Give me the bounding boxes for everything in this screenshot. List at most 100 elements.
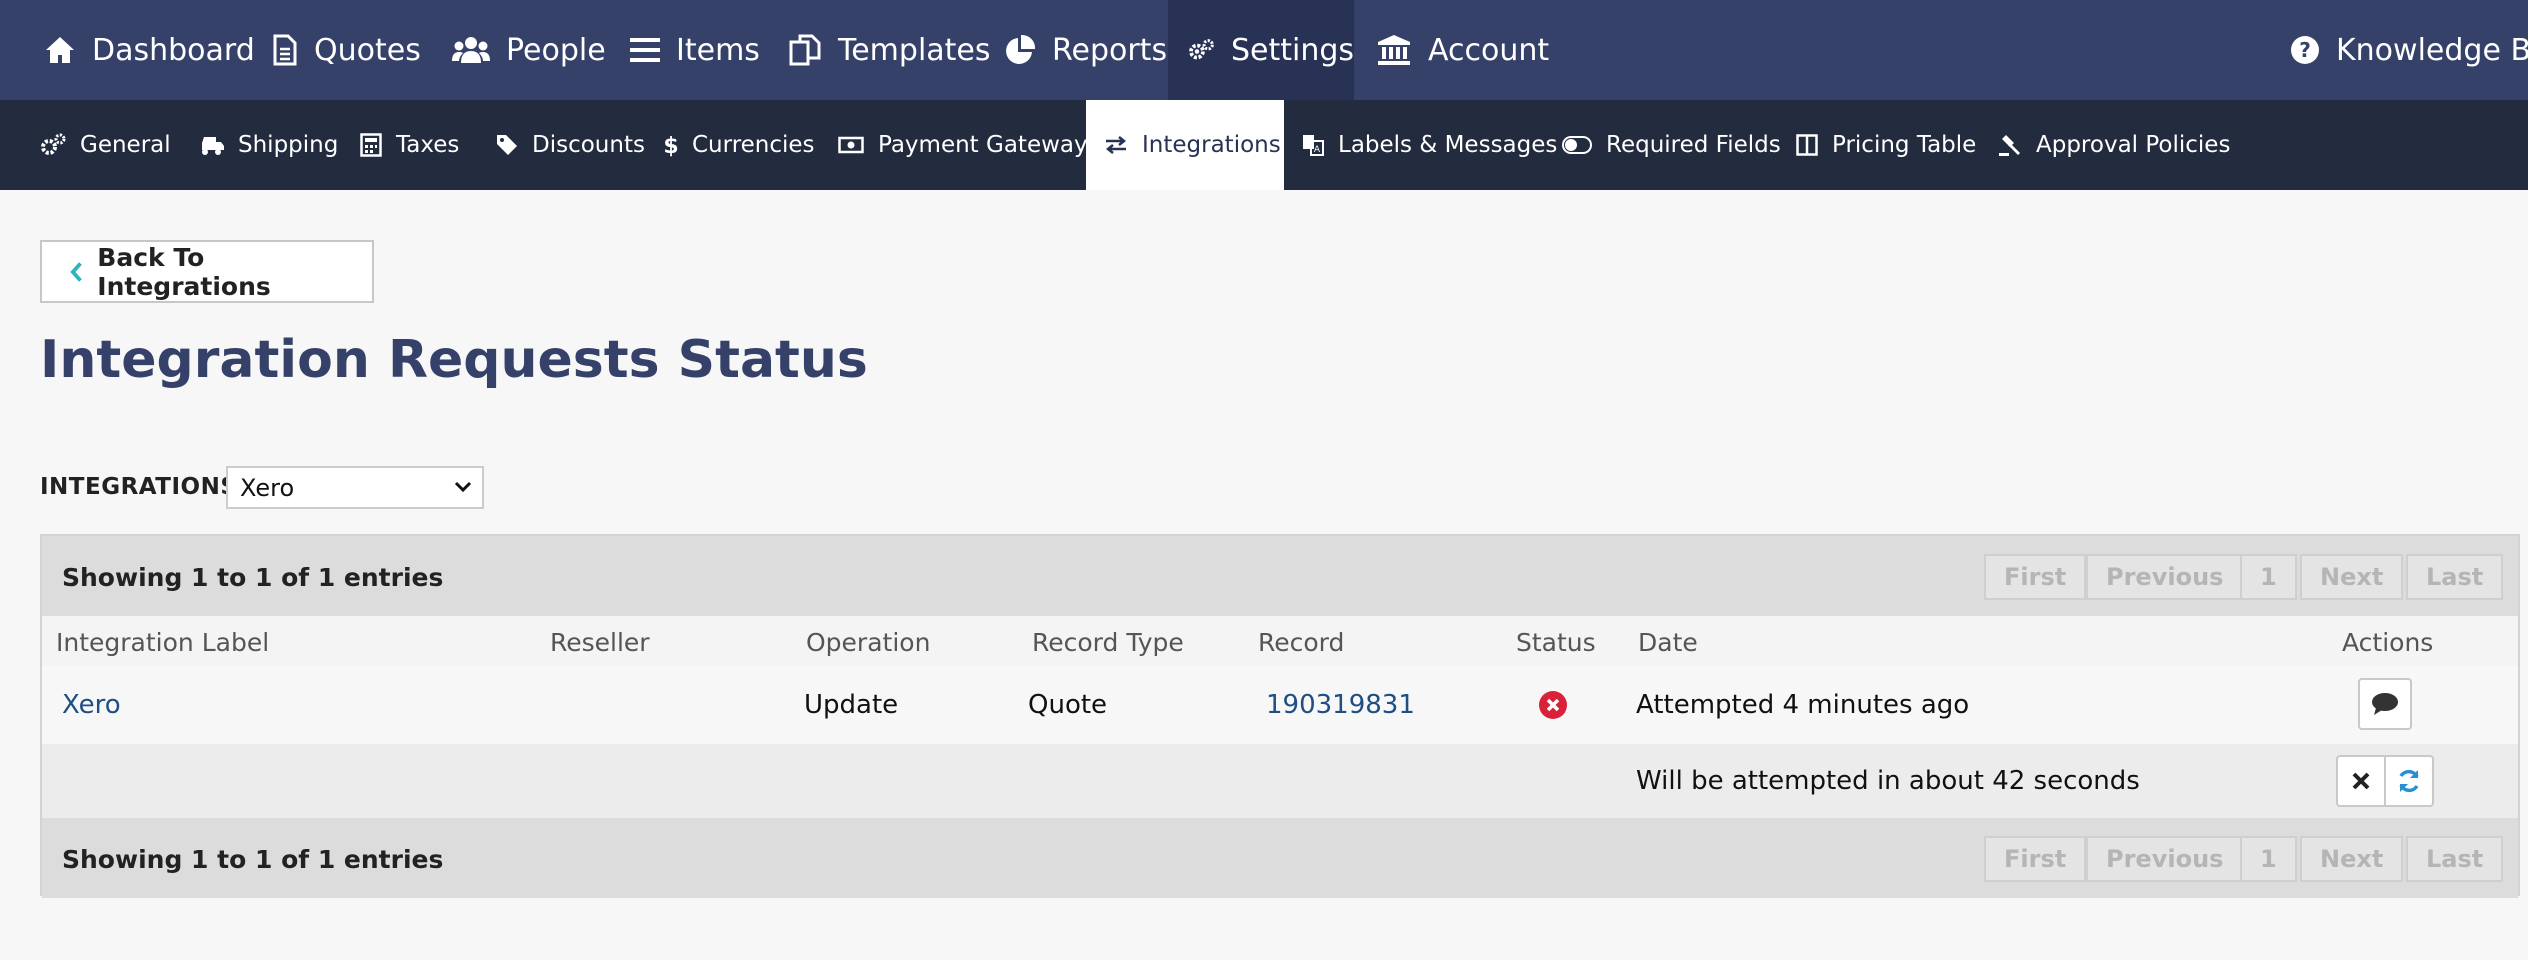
bank-icon [1378, 35, 1410, 65]
column-reseller[interactable]: Reseller [550, 628, 650, 657]
subnav-currencies[interactable]: $ Currencies [664, 100, 815, 190]
cancel-request-button[interactable] [2336, 755, 2386, 807]
error-status-icon [1539, 691, 1567, 719]
pager-first-bottom[interactable]: First [1984, 836, 2087, 882]
column-date[interactable]: Date [1638, 628, 1698, 657]
table-info-top: Showing 1 to 1 of 1 entries [62, 563, 444, 592]
users-icon [452, 37, 490, 63]
subnav-shipping-label: Shipping [238, 132, 339, 158]
subnav-discounts-label: Discounts [532, 132, 645, 158]
column-record-type[interactable]: Record Type [1032, 628, 1184, 657]
column-integration-label[interactable]: Integration Label [56, 628, 269, 657]
subnav-labels-messages[interactable]: A Labels & Messages [1302, 100, 1557, 190]
retry-request-button[interactable] [2384, 755, 2434, 807]
nav-templates-label: Templates [838, 32, 991, 68]
page-title: Integration Requests Status [40, 330, 868, 390]
nav-dashboard[interactable]: Dashboard [44, 0, 255, 100]
pager-previous-bottom[interactable]: Previous [2086, 836, 2244, 882]
retry-note: Will be attempted in about 42 seconds [1636, 766, 2140, 796]
integration-requests-table: Showing 1 to 1 of 1 entries First Previo… [40, 534, 2520, 898]
refresh-icon [2399, 769, 2419, 793]
tag-icon [497, 135, 517, 155]
subnav-required-fields-label: Required Fields [1606, 132, 1781, 158]
subnav-payment-gateways[interactable]: Payment Gateways [838, 100, 1100, 190]
back-to-integrations-button[interactable]: Back To Integrations [40, 240, 374, 303]
table-bottom-bar: Showing 1 to 1 of 1 entries First Previo… [42, 818, 2518, 898]
column-status[interactable]: Status [1516, 628, 1596, 657]
pager-previous-top[interactable]: Previous [2086, 554, 2244, 600]
subnav-pricing-table-label: Pricing Table [1832, 132, 1977, 158]
pager-page-top[interactable]: 1 [2240, 554, 2297, 600]
column-actions: Actions [2342, 628, 2434, 657]
chevron-down-icon [454, 481, 472, 493]
integration-label-link[interactable]: Xero [62, 690, 121, 720]
subnav-shipping[interactable]: Shipping [196, 100, 338, 190]
nav-settings-label: Settings [1230, 32, 1354, 68]
integrations-select-value: Xero [240, 473, 295, 502]
pager-first-top[interactable]: First [1984, 554, 2087, 600]
list-icon [630, 38, 660, 62]
comment-icon [2372, 693, 2398, 715]
subnav-currencies-label: Currencies [692, 132, 815, 158]
nav-quotes-label: Quotes [314, 32, 421, 68]
nav-account-label: Account [1428, 32, 1550, 68]
subnav-taxes-label: Taxes [396, 132, 460, 158]
subnav-discounts[interactable]: Discounts [496, 100, 645, 190]
pager-last-top[interactable]: Last [2406, 554, 2504, 600]
nav-reports-label: Reports [1052, 32, 1168, 68]
close-icon [2352, 772, 2370, 790]
nav-quotes[interactable]: Quotes [272, 0, 421, 100]
integrations-filter-label: INTEGRATIONS [40, 474, 238, 500]
retry-row: Will be attempted in about 42 seconds [42, 744, 2518, 818]
pager-next-bottom[interactable]: Next [2300, 836, 2404, 882]
table-info-bottom: Showing 1 to 1 of 1 entries [62, 845, 444, 874]
subnav-labels-messages-label: Labels & Messages [1338, 132, 1558, 158]
pager-next-top[interactable]: Next [2300, 554, 2404, 600]
pie-chart-icon [1006, 34, 1036, 64]
table-top-bar: Showing 1 to 1 of 1 entries First Previo… [42, 536, 2518, 616]
money-icon [838, 136, 864, 154]
truck-icon [202, 137, 224, 155]
view-messages-button[interactable] [2358, 678, 2412, 730]
pager-page-bottom[interactable]: 1 [2240, 836, 2297, 882]
column-record[interactable]: Record [1258, 628, 1344, 657]
subnav-general[interactable]: General [40, 100, 171, 190]
table-header: Integration Label Reseller Operation Rec… [42, 616, 2518, 666]
table-row: Xero Update Quote 190319831 Attempted 4 … [42, 666, 2518, 744]
columns-icon [1796, 134, 1818, 156]
settings-sub-navigation: General Shipping Taxes Discounts $ Curre… [0, 100, 2528, 190]
record-type-cell: Quote [1028, 690, 1108, 720]
nav-people[interactable]: People [452, 0, 606, 100]
nav-dashboard-label: Dashboard [92, 32, 255, 68]
svg-text:?: ? [2299, 38, 2311, 62]
pager-last-bottom[interactable]: Last [2406, 836, 2504, 882]
svg-text:$: $ [664, 134, 678, 158]
column-operation[interactable]: Operation [806, 628, 930, 657]
nav-knowledge-base[interactable]: ? Knowledge Base [2290, 0, 2528, 100]
nav-items[interactable]: Items [630, 0, 760, 100]
top-navigation: Dashboard Quotes People Items Templates … [0, 0, 2528, 100]
nav-settings[interactable]: Settings [1168, 0, 1354, 100]
subnav-pricing-table[interactable]: Pricing Table [1796, 100, 1976, 190]
record-link[interactable]: 190319831 [1266, 690, 1415, 720]
subnav-integrations-label: Integrations [1142, 132, 1281, 158]
nav-templates[interactable]: Templates [788, 0, 991, 100]
date-cell: Attempted 4 minutes ago [1636, 690, 1970, 720]
gears-icon [1189, 39, 1214, 60]
toggle-icon [1562, 136, 1592, 154]
nav-people-label: People [506, 32, 606, 68]
copy-icon [789, 34, 821, 66]
nav-account[interactable]: Account [1376, 0, 1549, 100]
integrations-select[interactable]: Xero [226, 466, 484, 509]
nav-reports[interactable]: Reports [1004, 0, 1167, 100]
subnav-integrations[interactable]: Integrations [1086, 100, 1284, 190]
subnav-general-label: General [80, 132, 171, 158]
chevron-left-icon [70, 261, 82, 282]
nav-items-label: Items [676, 32, 760, 68]
gavel-icon [1999, 135, 2020, 156]
calculator-icon [360, 133, 382, 157]
subnav-approval-policies[interactable]: Approval Policies [1998, 100, 2230, 190]
subnav-required-fields[interactable]: Required Fields [1562, 100, 1781, 190]
question-circle-icon: ? [2291, 36, 2319, 64]
subnav-taxes[interactable]: Taxes [360, 100, 459, 190]
